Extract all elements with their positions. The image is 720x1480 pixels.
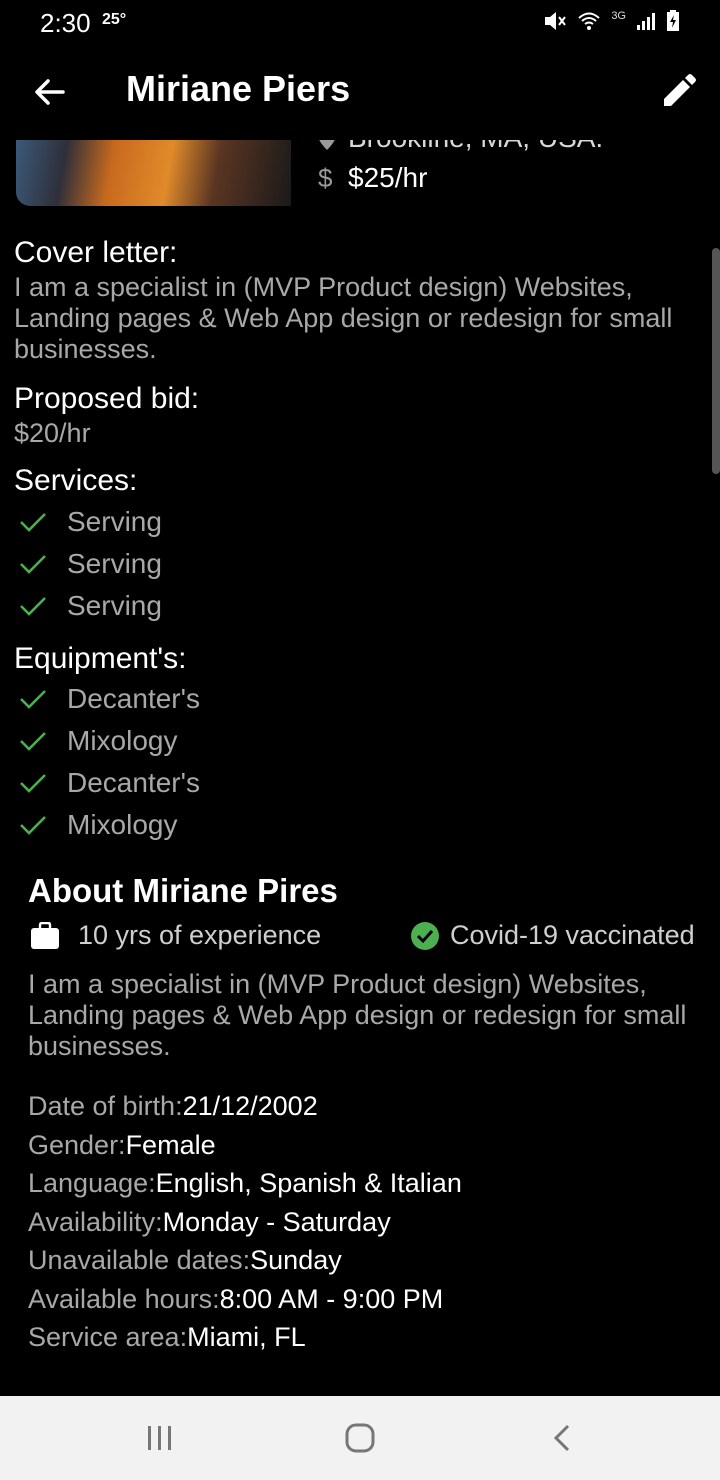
rate-text: $25/hr [348,162,428,193]
check-icon [20,816,46,835]
equipment-name: Decanter's [67,767,200,798]
detail-key: Availability: [28,1207,163,1237]
experience-text: 10 yrs of experience [78,920,322,950]
back-button[interactable] [28,70,72,114]
status-time: 2:30 [40,8,91,38]
network-type: 3G [611,10,626,22]
service-label: Serving [67,506,162,537]
edit-button[interactable] [656,70,700,114]
header-mask [0,120,720,140]
detail-value: 8:00 AM - 9:00 PM [219,1284,444,1314]
wifi-icon [578,12,600,30]
system-back-button[interactable] [542,1418,582,1458]
check-icon [20,513,46,532]
about-bio-line: I am a specialist in (MVP Product design… [28,969,647,999]
equipment-label: Equipment's: [14,642,187,675]
cover-letter-line: Landing pages & Web App design or redesi… [14,303,673,333]
check-icon [20,732,46,751]
cover-letter-line: businesses. [14,334,157,364]
detail-available-hours: Available hours:8:00 AM - 9:00 PM [28,1284,443,1315]
proposed-bid-label: Proposed bid: [14,382,200,415]
equipment-name: Mixology [67,725,178,756]
battery-charging-icon [667,10,679,31]
equipment-item: Decanter's [18,683,200,715]
about-title: About Miriane Pires [28,872,338,909]
page-title: Miriane Piers [126,68,351,109]
detail-gender: Gender:Female [28,1130,216,1161]
about-bio-line: businesses. [28,1031,171,1061]
about-bio-line: Landing pages & Web App design or redesi… [28,1000,687,1030]
check-icon [20,774,46,793]
experience-row: 10 yrs of experience [30,920,321,951]
vaccination-row: Covid-19 vaccinated [410,920,695,951]
mute-icon [545,12,567,30]
detail-value: 21/12/2002 [182,1091,318,1121]
rate-row: $ $25/hr [318,162,427,194]
equipment-item: Mixology [18,725,177,757]
vaccination-text: Covid-19 vaccinated [450,920,695,950]
equipment-item: Decanter's [18,767,200,799]
detail-availability: Availability:Monday - Saturday [28,1207,391,1238]
signal-icon [637,13,655,30]
detail-value: Female [125,1130,216,1160]
home-button[interactable] [340,1418,380,1458]
home-icon [345,1423,375,1453]
chevron-left-icon [553,1424,570,1452]
detail-key: Unavailable dates: [28,1245,251,1275]
proposed-bid-value: $20/hr [14,418,91,448]
about-bio: I am a specialist in (MVP Product design… [28,969,686,1062]
equipment-name: Decanter's [67,683,200,714]
detail-key: Date of birth: [28,1091,183,1121]
detail-key: Language: [28,1168,156,1198]
check-circle-icon [411,921,439,950]
detail-value: Miami, FL [187,1322,306,1352]
recents-button[interactable] [140,1420,180,1456]
service-item: Serving [18,506,162,538]
briefcase-icon [31,921,59,949]
detail-value: Monday - Saturday [162,1207,391,1237]
cover-letter-label: Cover letter: [14,236,178,269]
detail-key: Available hours: [28,1284,220,1314]
detail-key: Service area: [28,1322,188,1352]
arrow-left-icon [35,79,65,105]
detail-date-of-birth: Date of birth:21/12/2002 [28,1091,318,1122]
detail-unavailable-dates: Unavailable dates:Sunday [28,1245,342,1276]
system-nav-bar [0,1396,720,1480]
cover-letter-text: I am a specialist in (MVP Product design… [14,272,672,365]
service-item: Serving [18,548,162,580]
location-row: Brookline, MA, USA. [318,140,668,152]
status-icons: 3G [543,10,680,32]
check-icon [20,690,46,709]
status-temperature: 25° [102,11,127,28]
pencil-icon [664,74,696,106]
detail-language: Language:English, Spanish & Italian [28,1168,462,1199]
service-label: Serving [67,548,162,579]
service-label: Serving [67,590,162,621]
detail-service-area: Service area:Miami, FL [28,1322,306,1353]
check-icon [20,555,46,574]
detail-value: Sunday [250,1245,342,1275]
equipment-name: Mixology [67,809,178,840]
scrollbar[interactable] [712,248,720,474]
check-icon [20,597,46,616]
equipment-item: Mixology [18,809,177,841]
detail-key: Gender: [28,1130,126,1160]
service-item: Serving [18,590,162,622]
detail-value: English, Spanish & Italian [155,1168,462,1198]
cover-letter-line: I am a specialist in (MVP Product design… [14,272,633,302]
location-text: Brookline, MA, USA. [348,140,603,152]
profile-photo [16,140,291,206]
recents-icon [148,1426,171,1450]
services-label: Services: [14,464,138,497]
dollar-icon: $ [318,162,333,193]
location-pin-icon [319,140,335,150]
